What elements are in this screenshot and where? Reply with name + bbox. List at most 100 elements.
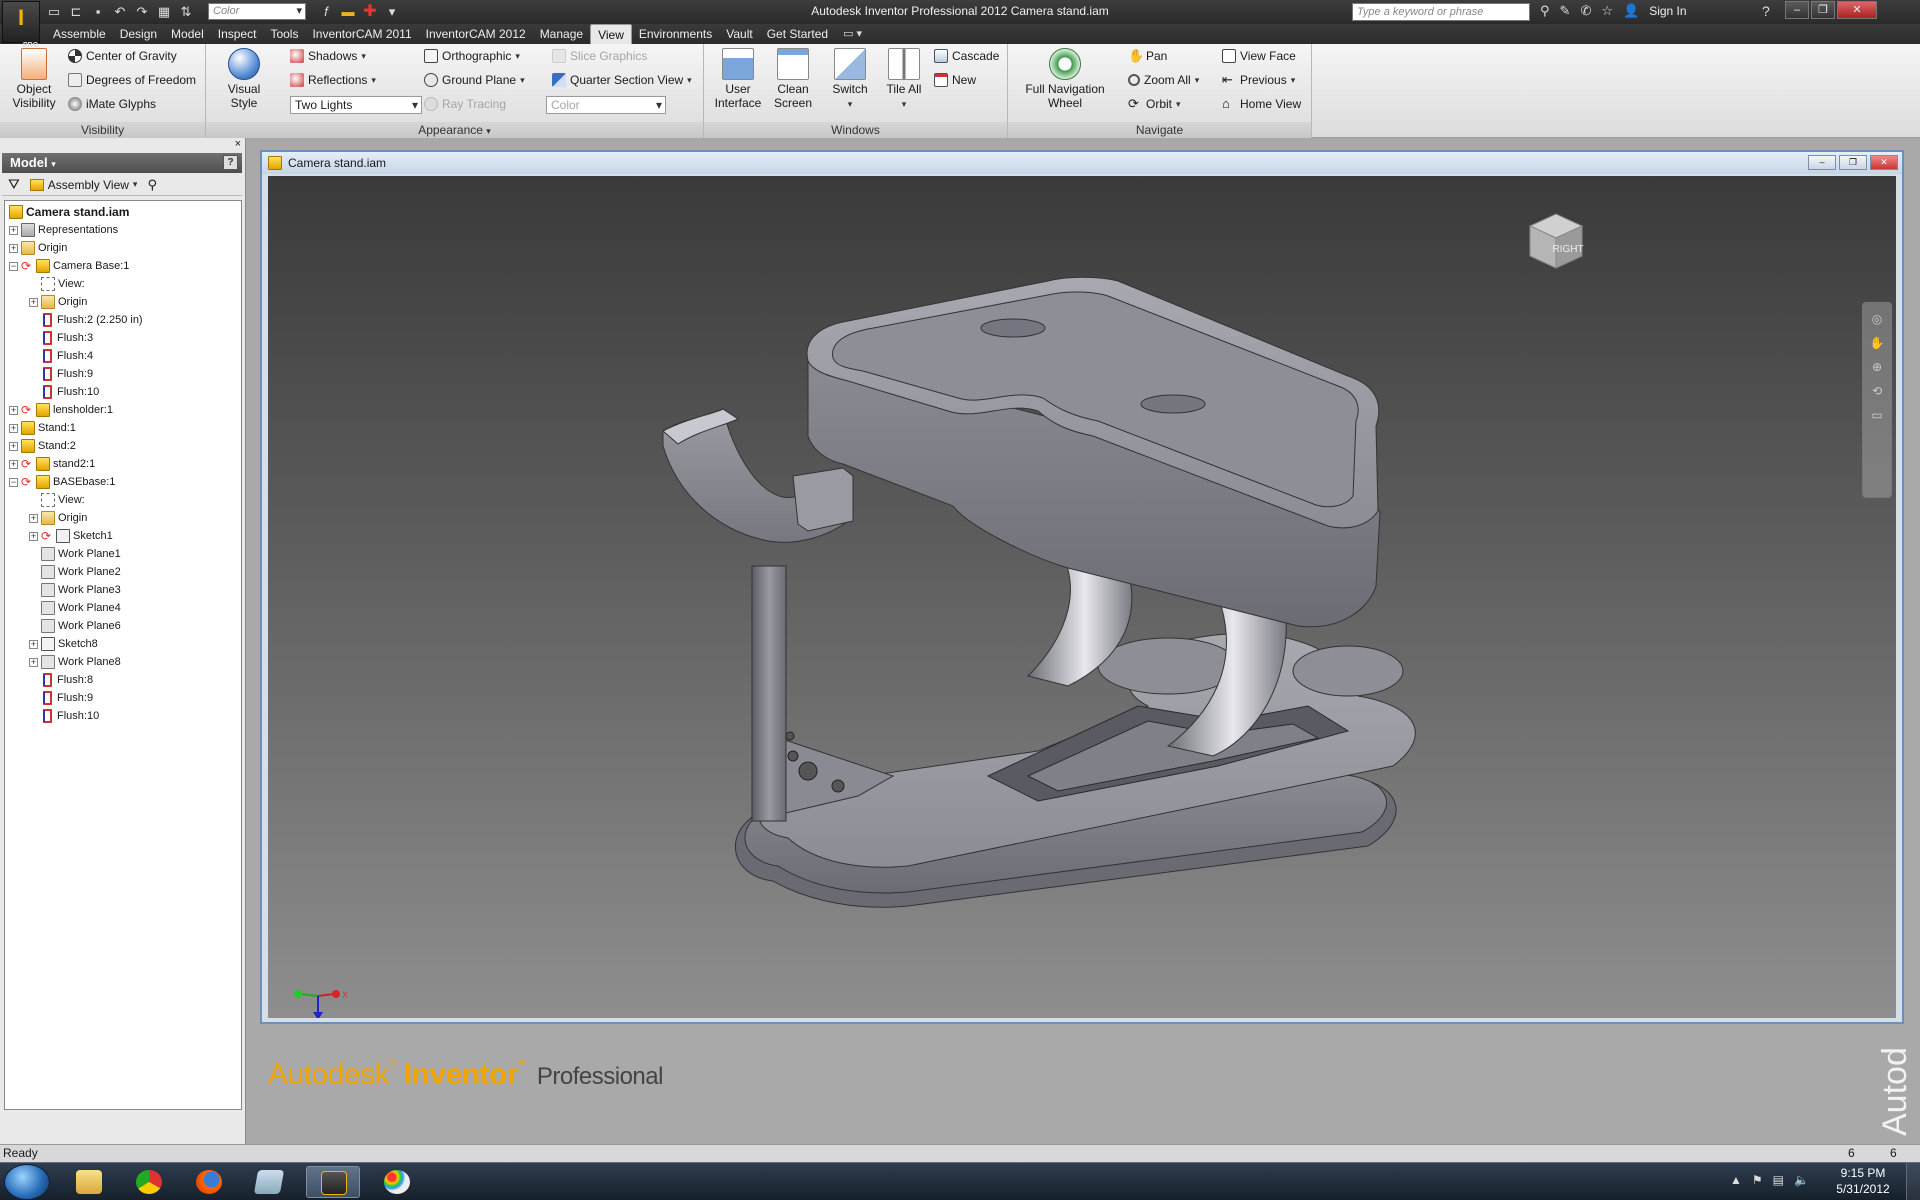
graphics-viewport[interactable]: RIGHT ◎ ✋ ⊕ ⟲ ▭ X Z: [268, 176, 1896, 1018]
browser-help-icon[interactable]: ?: [223, 155, 238, 170]
tree-node[interactable]: Flush:2 (2.250 in): [29, 311, 143, 329]
previous-view-button[interactable]: ⇤ Previous ▾: [1222, 73, 1295, 88]
viewcube[interactable]: RIGHT: [1520, 204, 1592, 276]
tree-node[interactable]: + Origin: [9, 239, 67, 257]
expand-icon[interactable]: +: [29, 297, 38, 307]
tab-inventorcam-2011[interactable]: InventorCAM 2011: [305, 24, 418, 44]
close-button[interactable]: ✕: [1837, 1, 1877, 19]
subscription-icon[interactable]: ✎: [1560, 3, 1571, 19]
select-icon[interactable]: ▦: [156, 4, 172, 20]
appearance-expand-icon[interactable]: ▾: [486, 126, 491, 136]
expand-icon[interactable]: +: [9, 459, 18, 469]
expand-icon[interactable]: +: [29, 657, 38, 667]
network-icon[interactable]: ▤: [1773, 1173, 1784, 1187]
tree-node[interactable]: + Sketch8: [29, 635, 98, 653]
document-maximize-button[interactable]: ❐: [1839, 155, 1867, 170]
cascade-button[interactable]: Cascade: [934, 49, 999, 63]
navbar-pan-icon[interactable]: ✋: [1868, 335, 1886, 351]
expand-icon[interactable]: +: [9, 441, 18, 451]
tab-environments[interactable]: Environments: [632, 24, 719, 44]
taskbar-paint[interactable]: [370, 1166, 424, 1198]
tree-node[interactable]: + Work Plane8: [29, 653, 121, 671]
find-binoculars-icon[interactable]: ⚲: [147, 177, 157, 193]
collapse-icon[interactable]: −: [9, 261, 18, 271]
favorites-star-icon[interactable]: ☆: [1601, 3, 1613, 19]
expand-icon[interactable]: +: [9, 405, 18, 415]
expand-icon[interactable]: +: [29, 639, 38, 649]
tree-node[interactable]: Work Plane4: [29, 599, 121, 617]
tab-inspect[interactable]: Inspect: [211, 24, 264, 44]
help-search-input[interactable]: Type a keyword or phrase: [1352, 3, 1530, 21]
tree-node[interactable]: Flush:9: [29, 689, 93, 707]
navbar-orbit-icon[interactable]: ⟲: [1868, 383, 1886, 399]
tab-get-started[interactable]: Get Started: [760, 24, 835, 44]
tab-model[interactable]: Model: [164, 24, 211, 44]
tree-node[interactable]: Flush:4: [29, 347, 93, 365]
collapse-icon[interactable]: −: [9, 477, 18, 487]
tree-node[interactable]: + ⟳ lensholder:1: [9, 401, 113, 419]
customize-qat-icon[interactable]: ▾: [384, 4, 400, 20]
restore-button[interactable]: ❐: [1811, 1, 1835, 19]
switch-button[interactable]: Switch ▾: [826, 48, 874, 111]
browser-header[interactable]: Model ▾ ?: [2, 153, 242, 173]
windows-start-icon[interactable]: [4, 1164, 50, 1200]
tree-node[interactable]: Flush:8: [29, 671, 93, 689]
orthographic-button[interactable]: Orthographic ▾: [424, 49, 520, 63]
navbar-zoom-icon[interactable]: ⊕: [1868, 359, 1886, 375]
undo-icon[interactable]: ↶: [112, 4, 128, 20]
binoculars-icon[interactable]: ⚲: [1540, 3, 1550, 19]
tree-node[interactable]: + Origin: [29, 293, 87, 311]
tree-node[interactable]: Flush:9: [29, 365, 93, 383]
expand-icon[interactable]: +: [9, 423, 18, 433]
taskbar-firefox[interactable]: [182, 1166, 236, 1198]
view-face-button[interactable]: View Face: [1222, 49, 1296, 63]
navbar-look-at-icon[interactable]: ▭: [1868, 407, 1886, 423]
help-icon[interactable]: ?: [1762, 3, 1770, 19]
pan-button[interactable]: ✋ Pan: [1128, 49, 1167, 64]
quarter-section-view-button[interactable]: Quarter Section View ▾: [552, 73, 692, 87]
open-file-icon[interactable]: ⊏: [68, 4, 84, 20]
tree-node[interactable]: Work Plane6: [29, 617, 121, 635]
redo-icon[interactable]: ↷: [134, 4, 150, 20]
reflections-button[interactable]: Reflections ▾: [290, 73, 376, 87]
user-interface-button[interactable]: User Interface: [712, 48, 764, 110]
show-desktop-button[interactable]: [1906, 1163, 1920, 1200]
taskbar-clock[interactable]: 9:15 PM 5/31/2012: [1832, 1165, 1894, 1197]
taskbar-explorer[interactable]: [62, 1166, 116, 1198]
home-view-button[interactable]: ⌂ Home View: [1222, 97, 1301, 112]
document-minimize-button[interactable]: –: [1808, 155, 1836, 170]
tree-node[interactable]: Work Plane3: [29, 581, 121, 599]
tree-node[interactable]: + ⟳ stand2:1: [9, 455, 95, 473]
tree-node[interactable]: + Stand:2: [9, 437, 76, 455]
tree-node[interactable]: View:: [29, 491, 85, 509]
slice-graphics-button[interactable]: Slice Graphics: [552, 49, 647, 63]
tree-node[interactable]: − ⟳ Camera Base:1: [9, 257, 129, 275]
imate-glyphs-button[interactable]: iMate Glyphs: [68, 97, 156, 111]
add-icon[interactable]: ✚: [362, 3, 378, 20]
communication-center-icon[interactable]: ✆: [1580, 3, 1591, 19]
tree-node[interactable]: View:: [29, 275, 85, 293]
save-icon[interactable]: ▪: [90, 4, 106, 20]
new-file-icon[interactable]: ▭: [46, 4, 62, 20]
application-menu-button[interactable]: I PRO: [2, 1, 40, 49]
steering-wheel-icon[interactable]: ◎: [1868, 311, 1886, 327]
volume-icon[interactable]: 🔈: [1794, 1173, 1809, 1187]
tree-node[interactable]: − ⟳ BASEbase:1: [9, 473, 115, 491]
full-navigation-wheel-button[interactable]: Full Navigation Wheel: [1020, 48, 1110, 110]
clean-screen-button[interactable]: Clean Screen: [768, 48, 818, 110]
lighting-style-dropdown[interactable]: Two Lights: [290, 96, 422, 114]
expand-icon[interactable]: +: [9, 225, 18, 235]
color-style-dropdown[interactable]: Color: [546, 96, 666, 114]
tree-node[interactable]: + Representations: [9, 221, 118, 239]
document-close-button[interactable]: ✕: [1870, 155, 1898, 170]
tree-node[interactable]: Camera stand.iam: [9, 203, 129, 221]
degrees-of-freedom-button[interactable]: Degrees of Freedom: [68, 73, 196, 87]
tab-inventorcam-2012[interactable]: InventorCAM 2012: [419, 24, 533, 44]
tile-all-button[interactable]: Tile All ▾: [880, 48, 928, 111]
taskbar-inventor[interactable]: [306, 1166, 360, 1198]
tree-node[interactable]: Flush:10: [29, 707, 99, 725]
center-of-gravity-button[interactable]: Center of Gravity: [68, 49, 177, 63]
orbit-button[interactable]: ⟳ Orbit ▾: [1128, 97, 1181, 112]
assembly-view-dropdown[interactable]: Assembly View ▾: [29, 178, 137, 192]
document-title-bar[interactable]: Camera stand.iam – ❐ ✕: [262, 152, 1902, 174]
